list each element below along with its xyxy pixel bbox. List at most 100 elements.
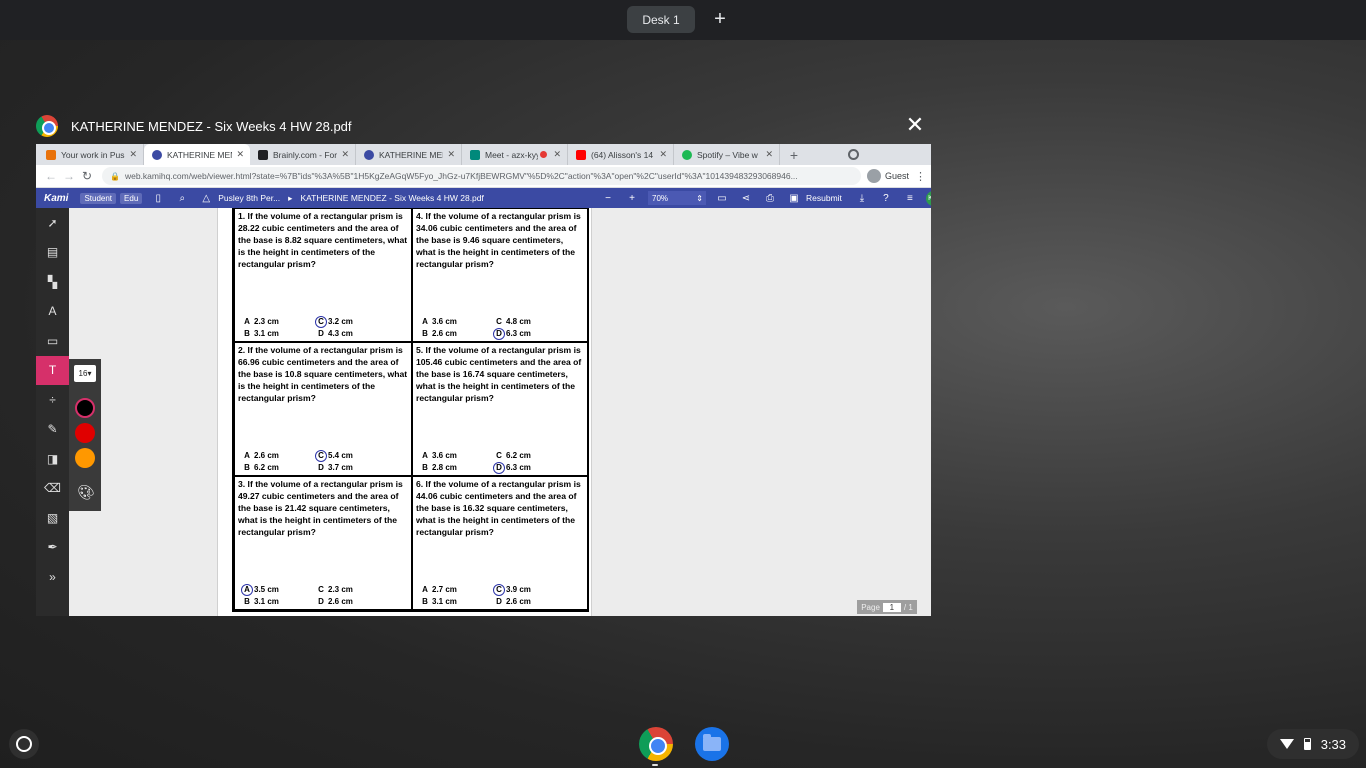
screen-record-icon[interactable]: [848, 149, 859, 160]
zoom-select[interactable]: 70% ⇕: [648, 191, 706, 205]
guest-profile-button[interactable]: Guest: [866, 169, 909, 183]
dictionary-tool-icon[interactable]: ▤: [36, 238, 69, 268]
equation-tool-icon[interactable]: ÷: [36, 385, 69, 415]
zoom-in-icon[interactable]: +: [625, 193, 639, 204]
breadcrumb-folder[interactable]: Pusley 8th Per...: [218, 193, 280, 203]
text-tool-options: 16 ▾ 🎨︎: [69, 359, 101, 511]
select-tool-icon[interactable]: ➚: [36, 208, 69, 238]
status-tray[interactable]: 3:33: [1267, 729, 1359, 759]
tab-4[interactable]: Meet - azx-kyy ✕: [462, 144, 568, 165]
answer-choice[interactable]: C 6.2 cm: [493, 450, 567, 462]
tab-strip: Your work in Pus ✕ KATHERINE MEN ✕ Brainly…: [36, 144, 931, 165]
tab-close-icon[interactable]: ✕: [129, 149, 137, 160]
answer-choice[interactable]: B 2.6 cm: [419, 328, 493, 340]
signature-tool-icon[interactable]: ✒: [36, 533, 69, 563]
answer-choice[interactable]: D 6.3 cm: [493, 462, 567, 474]
answer-choice[interactable]: D 4.3 cm: [315, 328, 389, 340]
tab-0[interactable]: Your work in Pus ✕: [38, 144, 144, 165]
answer-choice[interactable]: B 3.1 cm: [241, 596, 315, 608]
answer-choice[interactable]: A 3.6 cm: [419, 450, 493, 462]
question-text: 5. If the volume of a rectangular prism …: [416, 345, 582, 403]
tool-sidebar: ➚ ▤ ▚ A ▭ T ÷ ✎ ◨ ⌫ ▧ ✒ »: [36, 208, 69, 616]
tab-5[interactable]: (64) Alisson's 14 ✕: [568, 144, 674, 165]
page-number-input[interactable]: 1: [882, 602, 901, 612]
forward-icon[interactable]: →: [60, 169, 78, 183]
shelf-files-icon[interactable]: [695, 727, 729, 761]
answer-choice[interactable]: C 3.2 cm: [315, 316, 389, 328]
color-swatch-orange[interactable]: [75, 448, 95, 468]
answer-choice[interactable]: B 6.2 cm: [241, 462, 315, 474]
drawing-tool-icon[interactable]: ✎: [36, 415, 69, 445]
desk-1-button[interactable]: Desk 1: [627, 6, 695, 33]
search-icon[interactable]: ⌕: [175, 193, 189, 204]
launcher-button[interactable]: [9, 729, 39, 759]
color-swatch-black[interactable]: [75, 398, 95, 418]
text-highlight-tool-icon[interactable]: A: [36, 297, 69, 327]
sidebar-toggle-icon[interactable]: ▯: [151, 193, 165, 204]
answer-choice[interactable]: D 3.7 cm: [315, 462, 389, 474]
answer-choice[interactable]: A 2.7 cm: [419, 584, 493, 596]
answer-value: 2.7 cm: [432, 585, 457, 594]
answer-choice[interactable]: B 3.1 cm: [419, 596, 493, 608]
answer-value: 2.3 cm: [254, 317, 279, 326]
save-icon[interactable]: ▣: [787, 193, 801, 204]
close-window-button[interactable]: ✕: [903, 113, 927, 137]
share-icon[interactable]: ⋖: [739, 193, 753, 204]
answer-choice[interactable]: D 6.3 cm: [493, 328, 567, 340]
user-avatar[interactable]: KM: [925, 190, 931, 206]
menu-icon[interactable]: ≡: [903, 193, 917, 204]
back-icon[interactable]: ←: [42, 169, 60, 183]
markup-tool-icon[interactable]: ▚: [36, 267, 69, 297]
chrome-icon: [36, 115, 58, 137]
answer-choice[interactable]: A 3.5 cm: [241, 584, 315, 596]
answer-value: 2.6 cm: [506, 597, 531, 606]
answer-choice[interactable]: D 2.6 cm: [315, 596, 389, 608]
color-swatch-red[interactable]: [75, 423, 95, 443]
text-box-tool-icon[interactable]: T: [36, 355, 69, 385]
font-size-select[interactable]: 16 ▾: [74, 365, 96, 382]
palette-icon[interactable]: 🎨︎: [77, 484, 95, 501]
eraser-tool-icon[interactable]: ⌫: [36, 474, 69, 504]
drive-icon[interactable]: △: [199, 193, 213, 204]
answer-choice[interactable]: C 5.4 cm: [315, 450, 389, 462]
tab-close-icon[interactable]: ✕: [765, 149, 773, 160]
answer-letter: B: [422, 463, 428, 472]
open-folder-icon[interactable]: ▭: [715, 193, 729, 204]
tab-1[interactable]: KATHERINE MEN ✕: [144, 144, 250, 165]
help-icon[interactable]: ?: [879, 193, 893, 204]
page-indicator: Page 1 / 1: [857, 600, 917, 614]
tab-close-icon[interactable]: ✕: [553, 149, 561, 160]
more-menu-icon[interactable]: ⋮: [915, 170, 926, 183]
reload-icon[interactable]: ↻: [78, 169, 96, 183]
answer-choice[interactable]: B 3.1 cm: [241, 328, 315, 340]
address-bar[interactable]: 🔒 web.kamihq.com/web/viewer.html?state=%…: [102, 167, 861, 185]
tab-close-icon[interactable]: ✕: [659, 149, 667, 160]
print-icon[interactable]: ⎙: [763, 193, 777, 204]
answer-choice[interactable]: C 4.8 cm: [493, 316, 567, 328]
answer-choice[interactable]: A 2.6 cm: [241, 450, 315, 462]
resubmit-button[interactable]: Resubmit: [806, 193, 842, 203]
tab-3[interactable]: KATHERINE MEN ✕: [356, 144, 462, 165]
add-media-tool-icon[interactable]: ▧: [36, 503, 69, 533]
shelf-chrome-icon[interactable]: [639, 727, 673, 761]
tab-close-icon[interactable]: ✕: [236, 149, 244, 160]
pdf-page[interactable]: 1. If the volume of a rectangular prism …: [217, 208, 592, 616]
shapes-tool-icon[interactable]: ◨: [36, 444, 69, 474]
answer-choice[interactable]: C 2.3 cm: [315, 584, 389, 596]
download-icon[interactable]: ⤓: [855, 193, 869, 204]
tab-6[interactable]: Spotify – Vibe w ✕: [674, 144, 780, 165]
answer-choice[interactable]: C 3.9 cm: [493, 584, 567, 596]
zoom-out-icon[interactable]: −: [601, 193, 615, 204]
tab-close-icon[interactable]: ✕: [447, 149, 455, 160]
comment-tool-icon[interactable]: ▭: [36, 326, 69, 356]
tab-close-icon[interactable]: ✕: [341, 149, 349, 160]
answer-choice[interactable]: A 3.6 cm: [419, 316, 493, 328]
answer-choice[interactable]: D 2.6 cm: [493, 596, 567, 608]
window-title-bar: KATHERINE MENDEZ - Six Weeks 4 HW 28.pdf…: [36, 108, 931, 144]
answer-choice[interactable]: B 2.8 cm: [419, 462, 493, 474]
expand-toolbar-icon[interactable]: »: [36, 562, 69, 592]
new-tab-button[interactable]: +: [784, 144, 804, 165]
answer-choice[interactable]: A 2.3 cm: [241, 316, 315, 328]
add-desk-button[interactable]: +: [709, 8, 731, 30]
tab-2[interactable]: Brainly.com - For ✕: [250, 144, 356, 165]
